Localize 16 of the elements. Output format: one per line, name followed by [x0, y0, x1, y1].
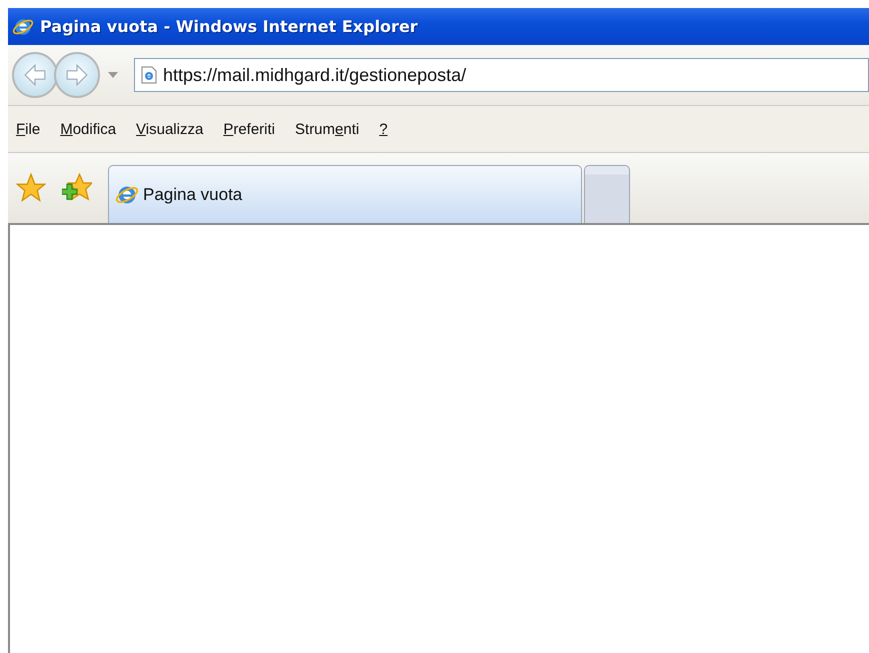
tab[interactable]: Pagina vuota	[108, 165, 582, 223]
add-star-icon[interactable]	[62, 173, 92, 203]
forward-button[interactable]	[54, 52, 100, 98]
menu-item[interactable]: Visualizza	[136, 120, 204, 138]
menu-item[interactable]: Strumenti	[295, 120, 360, 138]
star-icon[interactable]	[16, 173, 46, 203]
menu-item[interactable]: ?	[379, 120, 388, 138]
address-field[interactable]: https://mail.midhgard.it/gestioneposta/	[134, 58, 869, 92]
caret-icon[interactable]	[108, 72, 118, 78]
page-icon	[141, 66, 157, 84]
new-tab-button[interactable]	[584, 165, 630, 223]
menu-item[interactable]: Preferiti	[223, 120, 276, 138]
menu-item[interactable]: File	[16, 120, 40, 138]
menu-item[interactable]: Modifica	[60, 120, 116, 138]
back-button[interactable]	[12, 52, 58, 98]
window-title: Pagina vuota - Windows Internet Explorer	[40, 17, 418, 36]
